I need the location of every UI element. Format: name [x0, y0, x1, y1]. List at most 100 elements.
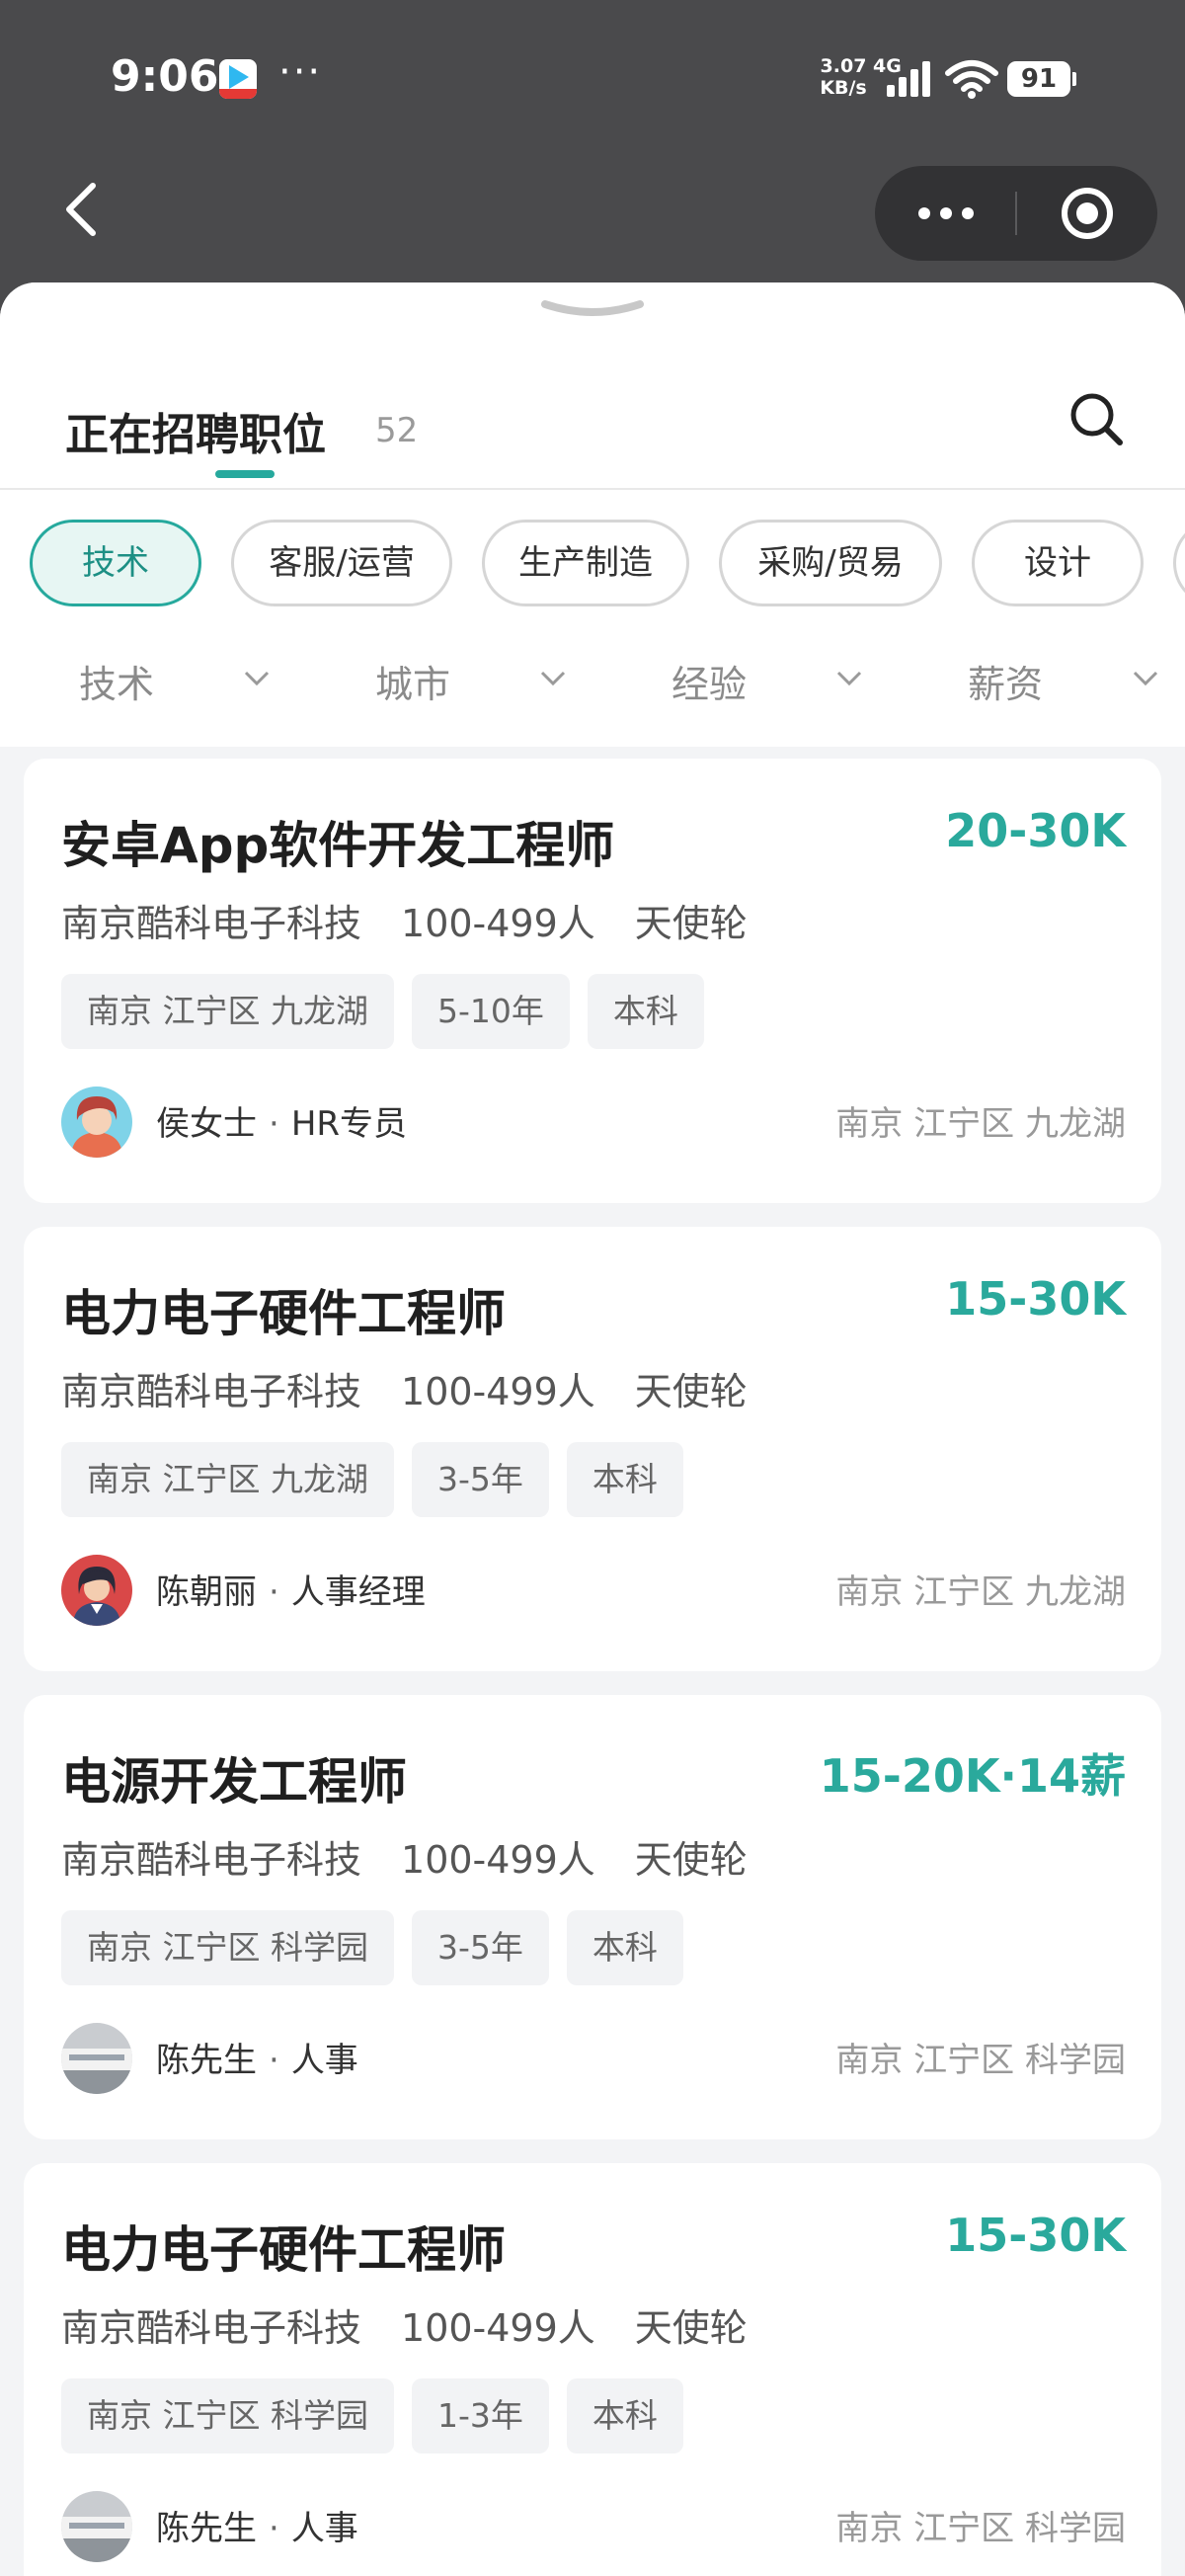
recruiter-info: 陈先生 · 人事 — [156, 2033, 358, 2081]
company-name: 南京酷科电子科技 — [61, 1370, 362, 1413]
company-size: 100-499人 — [401, 1370, 595, 1413]
recruiter-name: 陈先生 — [156, 2509, 257, 2548]
company-name: 南京酷科电子科技 — [61, 902, 362, 945]
job-salary: 20-30K — [945, 804, 1126, 857]
job-salary: 15-30K — [945, 1272, 1126, 1326]
filter-tech-label: 技术 — [79, 663, 155, 706]
recruiter-name: 侯女士 — [156, 1104, 257, 1144]
separator-dot: · — [269, 2509, 279, 2548]
chip-service-operations[interactable]: 客服/运营 — [231, 520, 452, 606]
tag-location: 南京 江宁区 九龙湖 — [61, 1442, 394, 1517]
wifi-icon — [945, 60, 998, 99]
recruiter-name: 陈先生 — [156, 2041, 257, 2080]
filter-experience-label: 经验 — [672, 663, 748, 706]
tag-education: 本科 — [566, 1910, 683, 1985]
filter-salary[interactable]: 薪资 — [968, 644, 1165, 713]
status-bar: 9:06 ··· 3.07 KB/s 4G 91 — [0, 0, 1185, 158]
separator-dot: · — [269, 1572, 279, 1612]
job-title: 电力电子硬件工程师 — [61, 2221, 506, 2279]
tag-education: 本科 — [587, 974, 704, 1049]
more-dots-icon[interactable] — [875, 166, 1016, 261]
company-info: 南京酷科电子科技 100-499人 天使轮 — [61, 1829, 787, 1884]
filter-experience[interactable]: 经验 — [672, 644, 869, 713]
filter-salary-label: 薪资 — [968, 663, 1044, 706]
company-name: 南京酷科电子科技 — [61, 2306, 362, 2350]
company-size: 100-499人 — [401, 2306, 595, 2350]
chevron-down-icon — [540, 671, 566, 686]
tag-location: 南京 江宁区 九龙湖 — [61, 974, 394, 1049]
category-chips: 技术 客服/运营 生产制造 采购/贸易 设计 — [30, 520, 1185, 608]
job-card[interactable]: 安卓App软件开发工程师 20-30K 南京酷科电子科技 100-499人 天使轮 … — [24, 759, 1161, 1203]
filter-city-label: 城市 — [375, 663, 451, 706]
chip-purchasing-trade[interactable]: 采购/贸易 — [719, 520, 942, 606]
company-size: 100-499人 — [401, 902, 595, 945]
tag-experience: 1-3年 — [411, 2378, 549, 2454]
video-app-icon — [219, 59, 257, 99]
tab-recruiting-positions[interactable]: 正在招聘职位 — [65, 399, 326, 462]
job-card[interactable]: 电力电子硬件工程师 15-30K 南京酷科电子科技 100-499人 天使轮 南京 … — [24, 1227, 1161, 1671]
separator-dot: · — [269, 2041, 279, 2080]
tag-experience: 3-5年 — [411, 1910, 549, 1985]
sheet-header: 正在招聘职位 52 技术 客服/运营 生产制造 采购/贸易 设计 技术 城市 经… — [0, 282, 1185, 747]
recruiter-role: HR专员 — [290, 1104, 408, 1144]
net-speed-unit: KB/s — [820, 77, 867, 99]
company-size: 100-499人 — [401, 1838, 595, 1882]
filter-tech[interactable]: 技术 — [79, 644, 276, 713]
job-location: 南京 江宁区 九龙湖 — [835, 1104, 1126, 1144]
chip-tech[interactable]: 技术 — [30, 520, 201, 606]
battery-indicator: 91 — [1007, 61, 1076, 97]
tag-experience: 5-10年 — [411, 974, 570, 1049]
job-salary: 15-30K — [945, 2209, 1126, 2262]
search-icon[interactable] — [1066, 389, 1126, 448]
job-card[interactable]: 电力电子硬件工程师 15-30K 南京酷科电子科技 100-499人 天使轮 南京 … — [24, 2163, 1161, 2576]
target-circle-icon[interactable] — [1017, 166, 1157, 261]
tag-location: 南京 江宁区 科学园 — [61, 2378, 394, 2454]
recruiter-role: 人事 — [290, 2041, 358, 2080]
tag-experience: 3-5年 — [411, 1442, 549, 1517]
recruiter-info: 陈先生 · 人事 — [156, 2501, 358, 2549]
recruiter-role: 人事 — [290, 2509, 358, 2548]
header-divider — [0, 488, 1185, 490]
recruiter-info: 陈朝丽 · 人事经理 — [156, 1565, 426, 1613]
company-info: 南京酷科电子科技 100-499人 天使轮 — [61, 2297, 787, 2352]
job-tags: 南京 江宁区 九龙湖 3-5年 本科 — [61, 1442, 701, 1517]
job-location: 南京 江宁区 科学园 — [835, 2509, 1126, 2548]
tag-education: 本科 — [566, 2378, 683, 2454]
avatar — [61, 2023, 132, 2094]
funding-stage: 天使轮 — [634, 2306, 748, 2350]
chip-manufacturing[interactable]: 生产制造 — [482, 520, 689, 606]
job-location: 南京 江宁区 科学园 — [835, 2041, 1126, 2080]
job-tags: 南京 江宁区 科学园 3-5年 本科 — [61, 1910, 701, 1985]
funding-stage: 天使轮 — [634, 1838, 748, 1882]
company-info: 南京酷科电子科技 100-499人 天使轮 — [61, 893, 787, 947]
top-bar: 9:06 ··· 3.07 KB/s 4G 91 — [0, 0, 1185, 326]
tag-location: 南京 江宁区 科学园 — [61, 1910, 394, 1985]
avatar — [61, 1555, 132, 1626]
job-title: 安卓App软件开发工程师 — [61, 817, 615, 874]
status-time: 9:06 — [111, 51, 219, 102]
recruiter-role: 人事经理 — [290, 1572, 426, 1612]
company-info: 南京酷科电子科技 100-499人 天使轮 — [61, 1361, 787, 1415]
chevron-down-icon — [244, 671, 270, 686]
sheet-handle-icon[interactable] — [537, 296, 648, 324]
company-name: 南京酷科电子科技 — [61, 1838, 362, 1882]
avatar — [61, 1087, 132, 1158]
job-card[interactable]: 电源开发工程师 15-20K·14薪 南京酷科电子科技 100-499人 天使轮 南… — [24, 1695, 1161, 2139]
separator-dot: · — [269, 1104, 279, 1144]
back-button[interactable] — [55, 178, 105, 241]
filter-city[interactable]: 城市 — [375, 644, 573, 713]
chip-design[interactable]: 设计 — [972, 520, 1144, 606]
job-tags: 南京 江宁区 九龙湖 5-10年 本科 — [61, 974, 722, 1049]
chip-more-partial[interactable] — [1173, 520, 1185, 606]
network-type: 4G — [873, 55, 902, 77]
net-speed: 3.07 KB/s — [816, 55, 871, 99]
mini-program-capsule — [875, 166, 1157, 261]
job-salary: 15-20K·14薪 — [819, 1749, 1126, 1803]
job-tags: 南京 江宁区 科学园 1-3年 本科 — [61, 2378, 701, 2454]
tag-education: 本科 — [566, 1442, 683, 1517]
filter-bar: 技术 城市 经验 薪资 — [0, 644, 1185, 713]
job-location: 南京 江宁区 九龙湖 — [835, 1572, 1126, 1612]
status-more: ··· — [278, 49, 323, 95]
chevron-down-icon — [836, 671, 862, 686]
positions-count: 52 — [375, 411, 419, 450]
